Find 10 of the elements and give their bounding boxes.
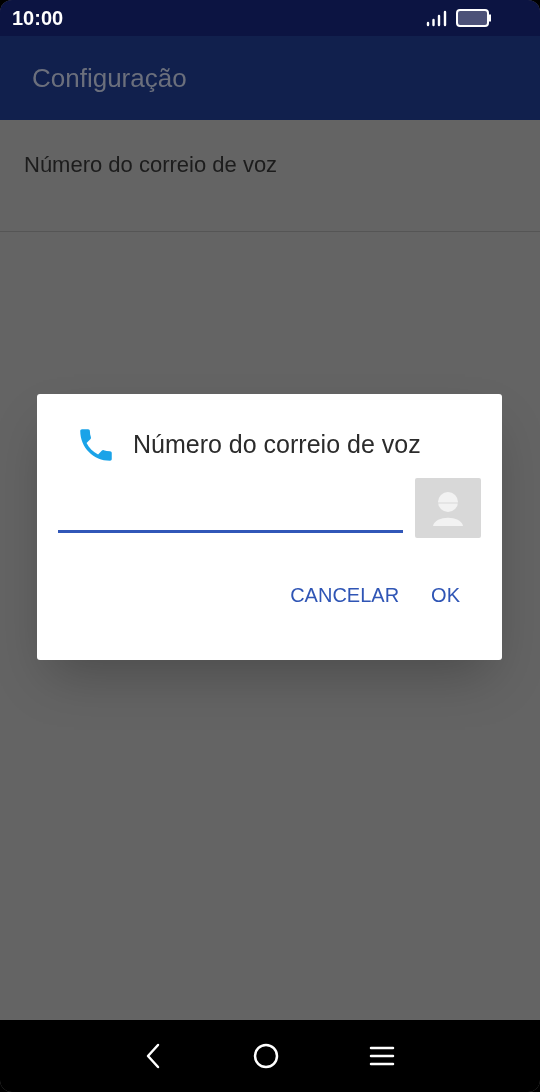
menu-icon[interactable]	[368, 1044, 396, 1068]
battery-icon	[456, 9, 492, 27]
dialog-title: Número do correio de voz	[133, 429, 421, 461]
signal-icon	[426, 9, 448, 27]
home-icon[interactable]	[252, 1042, 280, 1070]
dialog-button[interactable]: OK	[419, 572, 472, 618]
clock-time: 10:00	[12, 6, 64, 31]
dialog-button[interactable]: CANCELAR	[278, 572, 412, 618]
app-bar-title: Configuração	[32, 61, 187, 95]
person-icon	[431, 490, 465, 526]
